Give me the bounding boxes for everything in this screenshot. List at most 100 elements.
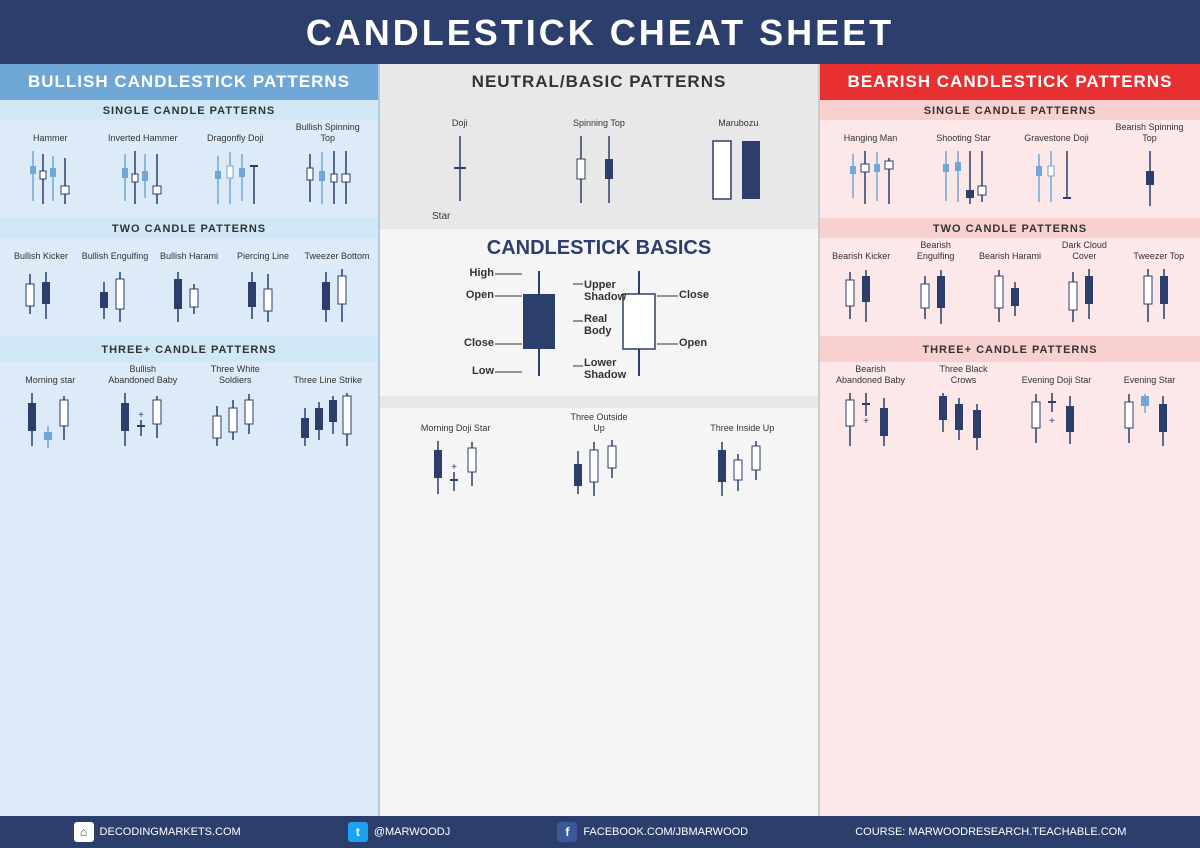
bullish-abandoned-baby-pattern: Bullish Abandoned Baby +: [108, 364, 178, 458]
svg-text:Open: Open: [679, 337, 707, 349]
tweezer-bottom-pattern: Tweezer Bottom: [302, 240, 372, 329]
svg-text:Open: Open: [466, 289, 494, 301]
shooting-star-pattern: Shooting Star: [929, 122, 999, 211]
gravestone-doji-pattern: Gravestone Doji: [1022, 122, 1092, 211]
piercing-line-pattern: Piercing Line: [228, 240, 298, 329]
three-outside-up-candle: [566, 436, 631, 506]
bullish-kicker-candle: [16, 264, 66, 329]
svg-text:Shadow: Shadow: [584, 369, 627, 381]
bullish-column: BULLISH CANDLESTICK PATTERNS SINGLE CAND…: [0, 64, 380, 816]
bearish-abandoned-baby-pattern: Bearish Abandoned Baby +: [836, 364, 906, 458]
bullish-spinning-top-candle: [300, 146, 355, 211]
neutral-three-header: [380, 399, 818, 405]
three-inside-up-pattern: Three Inside Up: [707, 412, 777, 506]
bearish-single-patterns: Hanging Man Shooting Sta: [820, 120, 1200, 215]
columns-row: BULLISH CANDLESTICK PATTERNS SINGLE CAND…: [0, 64, 1200, 816]
doji-candle: [440, 131, 480, 211]
three-white-soldiers-candle: [205, 388, 265, 458]
bearish-two-patterns: Bearish Kicker Bearish Engulfing: [820, 238, 1200, 333]
bullish-three-patterns: Morning star Bullish Abandoned Baby: [0, 362, 378, 462]
basics-title: CANDLESTICK BASICS: [388, 233, 810, 262]
bearish-engulfing-candle: [911, 264, 961, 329]
three-line-strike-candle: [295, 388, 360, 458]
bullish-spinning-top-pattern: Bullish Spinning Top: [293, 122, 363, 211]
dragonfly-doji-pattern: Dragonfly Doji: [200, 122, 270, 211]
footer-course: COURSE: MARWOODRESEARCH.TEACHABLE.COM: [855, 826, 1126, 838]
bullish-engulfing-pattern: Bullish Engulfing: [80, 240, 150, 329]
hammer-candle: [23, 146, 78, 211]
bullish-two-header: TWO CANDLE PATTERNS: [0, 218, 378, 238]
footer: ⌂ DECODINGMARKETS.COM t @MARWOODJ f FACE…: [0, 816, 1200, 848]
svg-text:Upper: Upper: [584, 279, 617, 291]
svg-text:Real: Real: [584, 313, 607, 325]
bearish-two-header: TWO CANDLE PATTERNS: [820, 218, 1200, 238]
footer-twitter: t @MARWOODJ: [348, 822, 450, 842]
tweezer-top-pattern: Tweezer Top: [1124, 240, 1194, 329]
bearish-abandoned-baby-candle: +: [838, 388, 903, 458]
neutral-header: NEUTRAL/BASIC PATTERNS: [380, 64, 818, 100]
svg-text:Close: Close: [679, 289, 709, 301]
facebook-label: FACEBOOK.COM/JBMARWOOD: [583, 826, 748, 838]
footer-facebook: f FACEBOOK.COM/JBMARWOOD: [557, 822, 748, 842]
bearish-spinning-top-candle: [1135, 146, 1165, 211]
marubozu-candle: [708, 131, 768, 211]
footer-website: ⌂ DECODINGMARKETS.COM: [74, 822, 241, 842]
svg-text:+: +: [1049, 416, 1055, 427]
tweezer-bottom-candle: [312, 264, 362, 329]
bullish-kicker-pattern: Bullish Kicker: [6, 240, 76, 329]
twitter-label: @MARWOODJ: [374, 826, 450, 838]
neutral-column: NEUTRAL/BASIC PATTERNS Doji Spinning Top: [380, 64, 820, 816]
piercing-line-candle: [238, 264, 288, 329]
home-icon: ⌂: [74, 822, 94, 842]
bullish-two-patterns: Bullish Kicker Bullish Engulfing: [0, 238, 378, 333]
svg-text:Low: Low: [472, 365, 494, 377]
svg-text:+: +: [451, 462, 457, 473]
hanging-man-pattern: Hanging Man: [836, 122, 906, 211]
bullish-engulfing-candle: [90, 264, 140, 329]
inverted-hammer-candle: [115, 146, 170, 211]
tweezer-top-candle: [1134, 264, 1184, 329]
evening-star-pattern: Evening Star: [1115, 364, 1185, 458]
doji-pattern: Doji: [425, 107, 495, 211]
page-title: CANDLESTICK CHEAT SHEET: [0, 0, 1200, 64]
spinning-top-pattern: Spinning Top: [564, 107, 634, 211]
three-white-soldiers-pattern: Three White Soldiers: [200, 364, 270, 458]
bullish-harami-candle: [164, 264, 214, 329]
website-label: DECODINGMARKETS.COM: [100, 826, 241, 838]
spinning-top-candle: [559, 131, 639, 211]
bearish-kicker-candle: [836, 264, 886, 329]
hanging-man-candle: [843, 146, 898, 211]
basics-diagram: High Open Close Low Upper Shadow Real: [388, 262, 810, 390]
svg-text:High: High: [470, 267, 495, 279]
svg-text:+: +: [863, 416, 869, 427]
evening-doji-star-candle: +: [1024, 388, 1089, 458]
morning-star-pattern: Morning star: [15, 364, 85, 458]
bullish-single-header: SINGLE CANDLE PATTERNS: [0, 100, 378, 120]
bullish-abandoned-baby-candle: +: [113, 388, 173, 458]
marubozu-pattern: Marubozu: [703, 107, 773, 211]
bearish-kicker-pattern: Bearish Kicker: [826, 240, 896, 329]
dark-cloud-cover-pattern: Dark Cloud Cover: [1049, 240, 1119, 329]
bearish-harami-candle: [985, 264, 1035, 329]
bearish-header: BEARISH CANDLESTICK PATTERNS: [820, 64, 1200, 100]
bearish-harami-pattern: Bearish Harami: [975, 240, 1045, 329]
basics-svg: High Open Close Low Upper Shadow Real: [439, 266, 759, 386]
hammer-pattern: Hammer: [15, 122, 85, 211]
dragonfly-doji-candle: [208, 146, 263, 211]
svg-text:Close: Close: [464, 337, 494, 349]
bullish-header: BULLISH CANDLESTICK PATTERNS: [0, 64, 378, 100]
svg-text:+: +: [138, 410, 144, 421]
evening-doji-star-pattern: Evening Doji Star +: [1022, 364, 1092, 458]
bearish-spinning-top-pattern: Bearish Spinning Top: [1115, 122, 1185, 211]
bearish-three-patterns: Bearish Abandoned Baby +: [820, 362, 1200, 462]
twitter-icon: t: [348, 822, 368, 842]
morning-doji-star-pattern: Morning Doji Star +: [421, 412, 491, 506]
morning-doji-star-candle: +: [426, 436, 486, 506]
bullish-three-header: THREE+ CANDLE PATTERNS: [6, 339, 372, 359]
svg-text:Shadow: Shadow: [584, 291, 627, 303]
three-black-crows-candle: [931, 388, 996, 458]
morning-star-candle: [20, 388, 80, 458]
neutral-three-patterns: Morning Doji Star + Three: [380, 408, 818, 510]
bullish-harami-pattern: Bullish Harami: [154, 240, 224, 329]
three-line-strike-pattern: Three Line Strike: [293, 364, 363, 458]
